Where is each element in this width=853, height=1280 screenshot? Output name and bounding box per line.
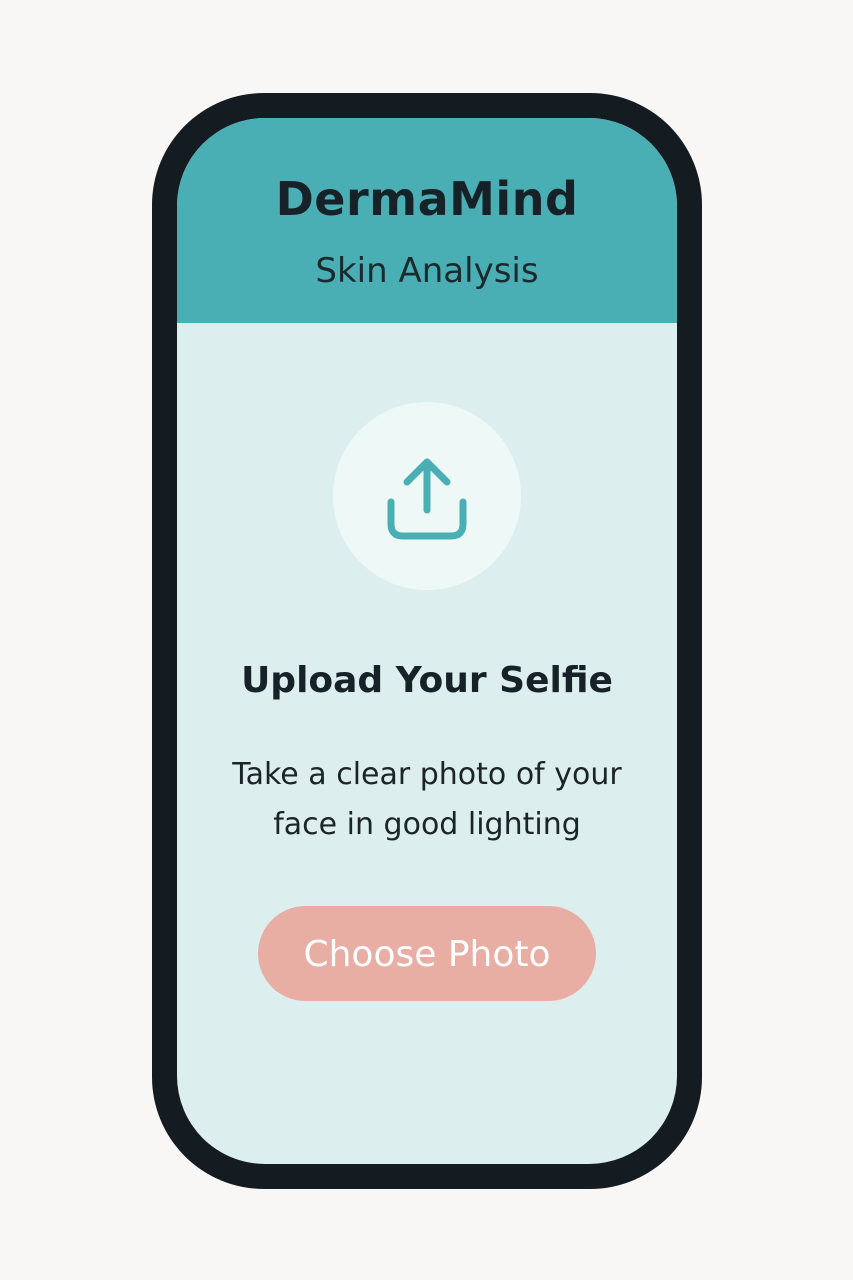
upload-area[interactable] <box>333 402 521 590</box>
app-screen: DermaMind Skin Analysis Upload Your Self… <box>177 118 677 1164</box>
app-header: DermaMind Skin Analysis <box>177 118 677 323</box>
upload-description-line-1: Take a clear photo of your <box>232 757 622 792</box>
upload-title: Upload Your Selfie <box>241 660 613 701</box>
upload-description: Take a clear photo of your face in good … <box>217 750 637 850</box>
upload-description-line-2: face in good lighting <box>273 807 581 842</box>
app-title: DermaMind <box>275 172 579 226</box>
app-subtitle: Skin Analysis <box>315 251 539 291</box>
upload-icon <box>387 458 467 540</box>
choose-photo-button[interactable]: Choose Photo <box>258 906 596 1001</box>
